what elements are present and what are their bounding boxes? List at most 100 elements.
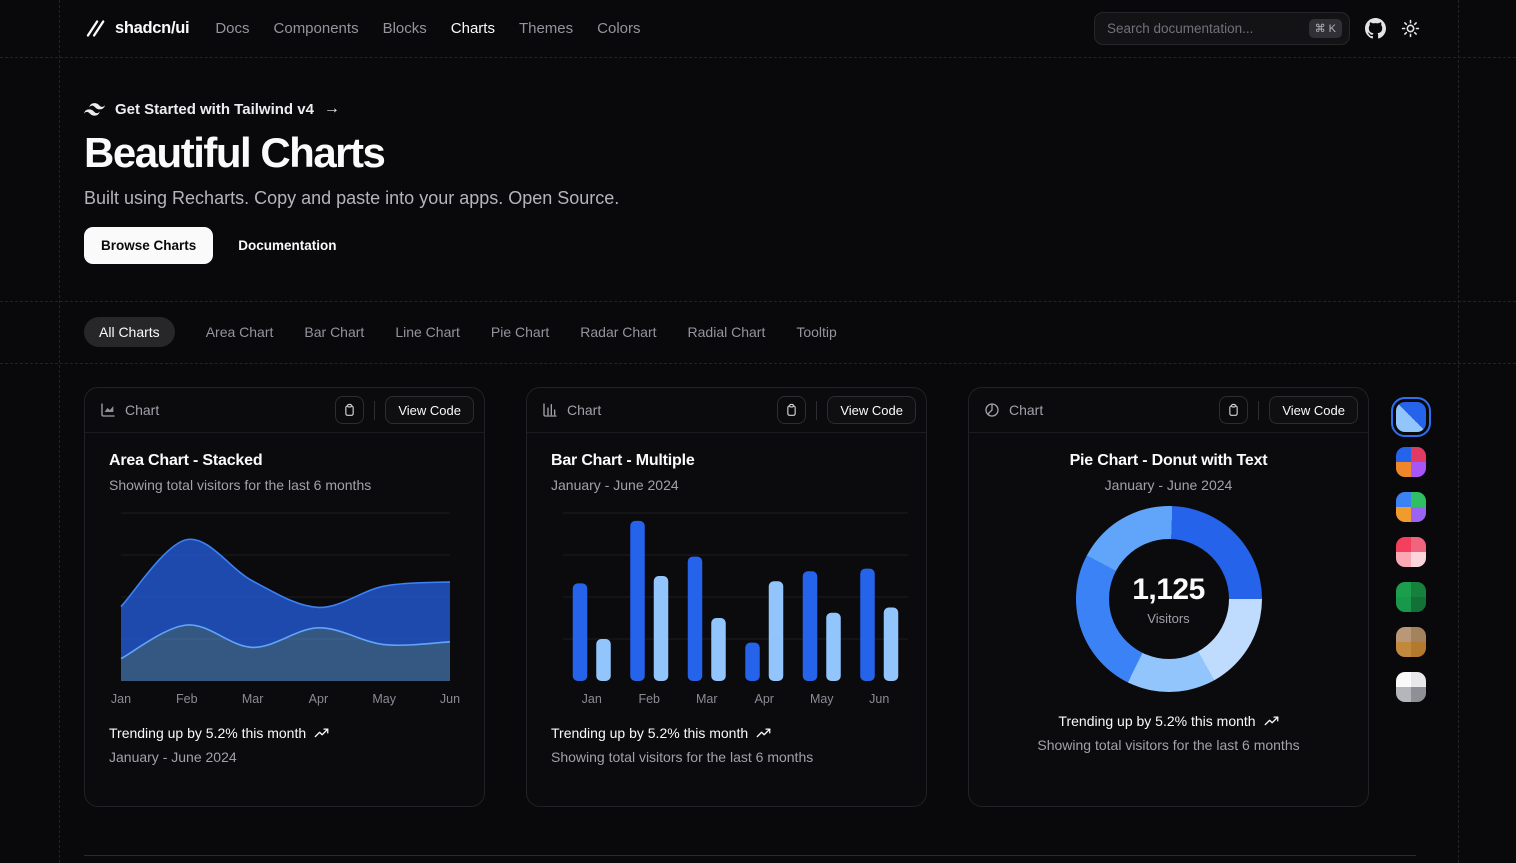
brand-link[interactable]: shadcn/ui bbox=[84, 18, 189, 39]
charts-page: shadcn/ui Docs Components Blocks Charts Them… bbox=[0, 0, 1516, 863]
svg-text:Apr: Apr bbox=[309, 692, 328, 706]
documentation-button[interactable]: Documentation bbox=[221, 227, 353, 264]
right-frame-divider bbox=[1458, 0, 1459, 863]
hero-section: Get Started with Tailwind v4 → Beautiful… bbox=[84, 98, 619, 264]
tab-bar-chart[interactable]: Bar Chart bbox=[304, 324, 364, 340]
hero-buttons: Browse Charts Documentation bbox=[84, 227, 619, 264]
view-code-button[interactable]: View Code bbox=[385, 396, 474, 424]
chart-card-area: Chart View Code Area Chart - Stacked Sho… bbox=[84, 387, 485, 807]
nav-link-colors[interactable]: Colors bbox=[597, 20, 640, 37]
tab-line-chart[interactable]: Line Chart bbox=[395, 324, 460, 340]
card-toolbar: Chart View Code bbox=[969, 388, 1368, 433]
next-section-rule bbox=[84, 855, 1416, 856]
svg-text:Jan: Jan bbox=[111, 692, 131, 706]
nav-right: ⌘ K bbox=[1094, 12, 1420, 45]
trend-text: Trending up by 5.2% this month bbox=[109, 725, 306, 741]
view-code-button[interactable]: View Code bbox=[1269, 396, 1358, 424]
tailwind-banner-link[interactable]: Get Started with Tailwind v4 → bbox=[84, 98, 619, 120]
card-title: Pie Chart - Donut with Text bbox=[993, 452, 1344, 470]
top-nav: shadcn/ui Docs Components Blocks Charts Them… bbox=[0, 0, 1516, 57]
clipboard-icon bbox=[785, 403, 798, 417]
tab-pie-chart[interactable]: Pie Chart bbox=[491, 324, 549, 340]
shadcn-logo-icon bbox=[84, 18, 105, 39]
chart-card-bar: Chart View Code Bar Chart - Multiple Jan… bbox=[526, 387, 927, 807]
copy-code-button[interactable] bbox=[777, 396, 806, 424]
theme-swatch-blue[interactable] bbox=[1396, 402, 1426, 432]
tabs-bottom-divider bbox=[0, 363, 1516, 364]
nav-link-blocks[interactable]: Blocks bbox=[383, 20, 427, 37]
svg-text:Feb: Feb bbox=[176, 692, 198, 706]
pie-chart-icon bbox=[984, 402, 1000, 418]
search-box[interactable]: ⌘ K bbox=[1094, 12, 1350, 45]
trending-up-icon bbox=[756, 726, 771, 741]
trend-text: Trending up by 5.2% this month bbox=[1058, 713, 1255, 729]
footer-secondary-text: Showing total visitors for the last 6 mo… bbox=[551, 749, 902, 765]
card-toolbar-label: Chart bbox=[1009, 402, 1219, 418]
card-footer: Trending up by 5.2% this month Showing t… bbox=[551, 725, 902, 765]
card-body: Area Chart - Stacked Showing total visit… bbox=[85, 433, 484, 765]
header-divider bbox=[0, 57, 1516, 58]
area-chart-icon bbox=[100, 402, 116, 418]
tab-all-charts[interactable]: All Charts bbox=[84, 317, 175, 347]
card-description: Showing total visitors for the last 6 mo… bbox=[109, 477, 460, 493]
grouped-bar-chart: JanFebMarAprMayJun bbox=[563, 513, 890, 709]
nav-link-themes[interactable]: Themes bbox=[519, 20, 573, 37]
card-footer: Trending up by 5.2% this month January -… bbox=[109, 725, 460, 765]
tab-area-chart[interactable]: Area Chart bbox=[206, 324, 274, 340]
chart-filter-tabs-row: All Charts Area Chart Bar Chart Line Chart P… bbox=[0, 301, 1516, 363]
theme-swatch-multi-cool[interactable] bbox=[1396, 492, 1426, 522]
left-frame-divider bbox=[59, 0, 60, 863]
clipboard-icon bbox=[1227, 403, 1240, 417]
donut-total-label: Visitors bbox=[1147, 611, 1189, 626]
card-title: Bar Chart - Multiple bbox=[551, 452, 902, 470]
copy-code-button[interactable] bbox=[1219, 396, 1248, 424]
donut-chart: 1,125 Visitors bbox=[1076, 506, 1262, 692]
chart-filter-tabs: All Charts Area Chart Bar Chart Line Chart P… bbox=[84, 317, 837, 347]
nav-link-components[interactable]: Components bbox=[274, 20, 359, 37]
trending-up-icon bbox=[1264, 714, 1279, 729]
donut-total-value: 1,125 bbox=[1132, 573, 1205, 607]
trending-up-icon bbox=[314, 726, 329, 741]
copy-code-button[interactable] bbox=[335, 396, 364, 424]
view-code-button[interactable]: View Code bbox=[827, 396, 916, 424]
bar-chart-icon bbox=[542, 402, 558, 418]
theme-swatch-green[interactable] bbox=[1396, 582, 1426, 612]
toolbar-separator bbox=[1258, 401, 1259, 420]
search-input[interactable] bbox=[1107, 21, 1309, 36]
theme-swatch-rose[interactable] bbox=[1396, 537, 1426, 567]
footer-secondary-text: January - June 2024 bbox=[109, 749, 460, 765]
card-body: Bar Chart - Multiple January - June 2024… bbox=[527, 433, 926, 765]
brand-name: shadcn/ui bbox=[115, 19, 189, 38]
nav-link-charts[interactable]: Charts bbox=[451, 20, 495, 37]
svg-text:Jun: Jun bbox=[440, 692, 460, 706]
clipboard-icon bbox=[343, 403, 356, 417]
donut-center: 1,125 Visitors bbox=[1109, 539, 1229, 659]
card-title: Area Chart - Stacked bbox=[109, 452, 460, 470]
card-toolbar: Chart View Code bbox=[527, 388, 926, 433]
nav-links: Docs Components Blocks Charts Themes Colors bbox=[215, 20, 640, 37]
svg-text:Apr: Apr bbox=[755, 692, 774, 706]
tab-radar-chart[interactable]: Radar Chart bbox=[580, 324, 656, 340]
footer-secondary-text: Showing total visitors for the last 6 mo… bbox=[993, 737, 1344, 753]
theme-swatch-multi-warm[interactable] bbox=[1396, 447, 1426, 477]
toolbar-separator bbox=[816, 401, 817, 420]
chart-card-pie: Chart View Code Pie Chart - Donut with T… bbox=[968, 387, 1369, 807]
stacked-area-chart: JanFebMarAprMayJun bbox=[121, 513, 448, 709]
card-description: January - June 2024 bbox=[993, 477, 1344, 493]
theme-swatch-rail bbox=[1396, 402, 1426, 702]
theme-swatch-gray[interactable] bbox=[1396, 672, 1426, 702]
page-title: Beautiful Charts bbox=[84, 128, 619, 178]
github-icon[interactable] bbox=[1365, 18, 1386, 39]
svg-text:Mar: Mar bbox=[242, 692, 264, 706]
svg-text:Jan: Jan bbox=[582, 692, 602, 706]
svg-text:May: May bbox=[372, 692, 396, 706]
banner-label: Get Started with Tailwind v4 bbox=[115, 101, 314, 118]
theme-swatch-amber[interactable] bbox=[1396, 627, 1426, 657]
theme-toggle-sun-icon[interactable] bbox=[1401, 19, 1420, 38]
svg-text:Jun: Jun bbox=[869, 692, 889, 706]
browse-charts-button[interactable]: Browse Charts bbox=[84, 227, 213, 264]
svg-text:May: May bbox=[810, 692, 834, 706]
nav-link-docs[interactable]: Docs bbox=[215, 20, 249, 37]
tab-radial-chart[interactable]: Radial Chart bbox=[688, 324, 766, 340]
tab-tooltip[interactable]: Tooltip bbox=[796, 324, 836, 340]
